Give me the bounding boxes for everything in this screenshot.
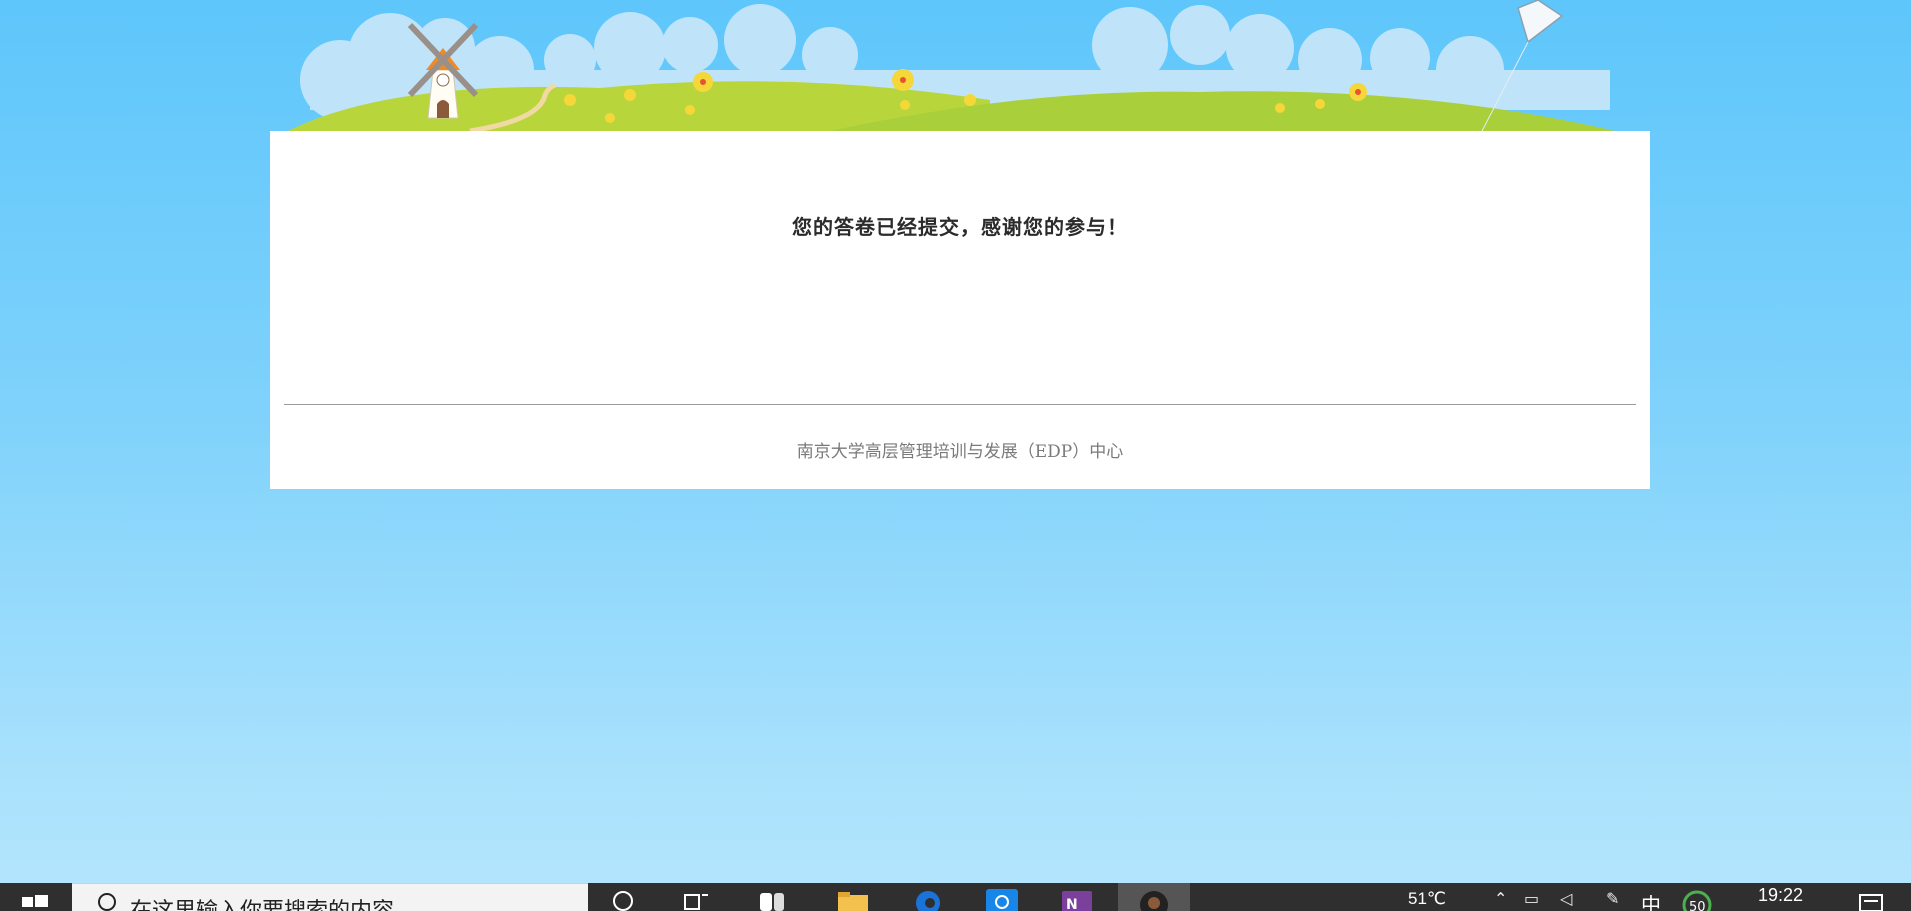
volume-icon[interactable]: ◁ bbox=[1560, 889, 1572, 909]
divider bbox=[284, 404, 1636, 405]
organization-footer: 南京大学高层管理培训与发展（EDP）中心 bbox=[796, 442, 1124, 462]
search-input[interactable]: 在这里输入你要搜索的内容 bbox=[72, 883, 588, 911]
input-language[interactable]: 中 bbox=[1641, 889, 1661, 911]
header-scene bbox=[270, 0, 1650, 131]
pen-icon[interactable]: ✎ bbox=[1606, 889, 1619, 909]
result-card: 您的答卷已经提交，感谢您的参与！ 南京大学高层管理培训与发展（EDP）中心 bbox=[270, 131, 1650, 489]
task-view-icon[interactable] bbox=[682, 887, 710, 911]
clock[interactable]: 19:22 bbox=[1758, 885, 1803, 906]
windows-logo-icon bbox=[22, 895, 48, 907]
weather-temperature[interactable]: 51℃ bbox=[1408, 889, 1446, 909]
active-app-tile[interactable] bbox=[1118, 883, 1190, 911]
svg-text:50: 50 bbox=[1689, 900, 1706, 911]
search-placeholder: 在这里输入你要搜索的内容 bbox=[130, 898, 394, 911]
taskbar: 在这里输入你要搜索的内容 N 51℃ ⌃ ▭ ◁ ✎ 中 50 bbox=[0, 883, 1911, 911]
onenote-icon[interactable]: N bbox=[1060, 887, 1096, 911]
submission-message: 您的答卷已经提交，感谢您的参与！ bbox=[792, 217, 1128, 239]
cortana-icon[interactable] bbox=[610, 887, 636, 911]
edge-browser-icon[interactable] bbox=[912, 887, 944, 911]
network-icon[interactable]: ▭ bbox=[1524, 889, 1539, 909]
user-avatar-icon bbox=[1140, 891, 1168, 911]
start-button[interactable] bbox=[18, 889, 54, 911]
svg-text:N: N bbox=[1066, 897, 1078, 911]
file-explorer-icon[interactable] bbox=[836, 887, 870, 911]
search-icon bbox=[98, 893, 116, 911]
security-badge-icon[interactable]: 50 bbox=[1680, 889, 1714, 911]
app-icon[interactable] bbox=[756, 887, 788, 911]
chevron-up-icon[interactable]: ⌃ bbox=[1494, 889, 1507, 909]
app-blue-icon[interactable] bbox=[984, 887, 1020, 911]
notification-icon[interactable] bbox=[1858, 891, 1884, 911]
